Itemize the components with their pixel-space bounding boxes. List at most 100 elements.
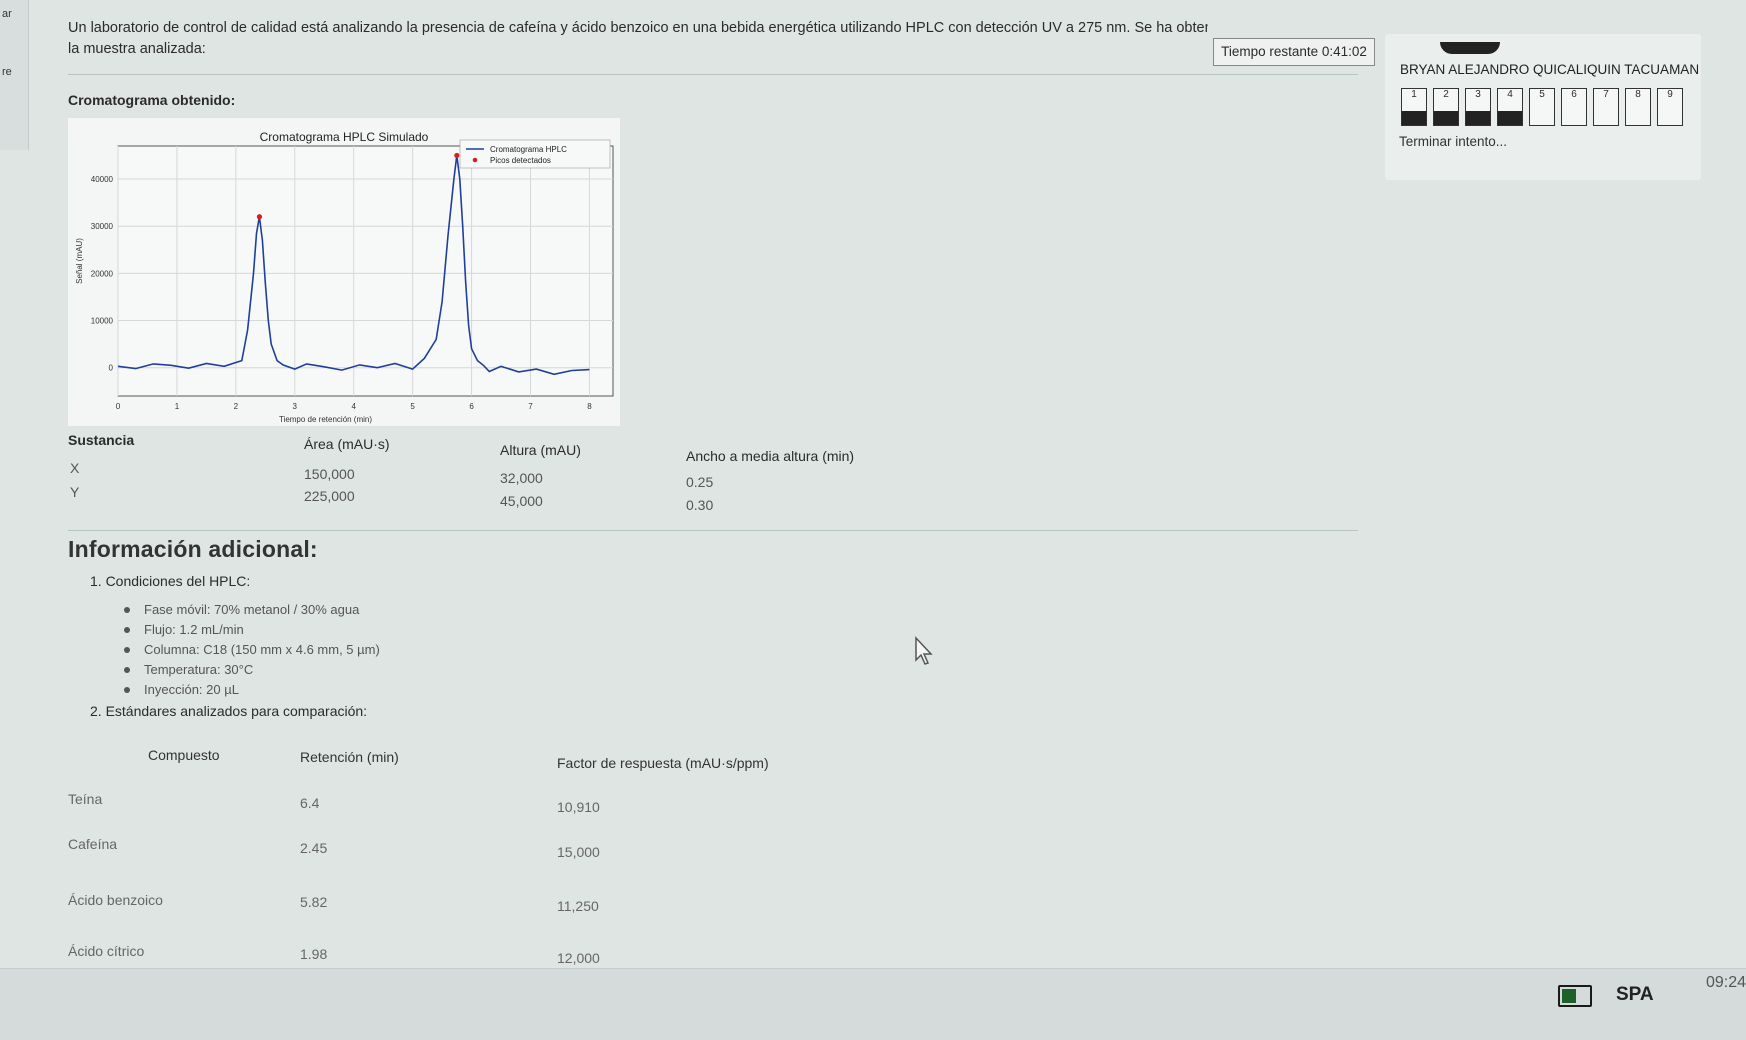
standards-header-compuesto: Compuesto: [148, 747, 220, 763]
results-header-ancho: Ancho a media altura (min): [686, 448, 855, 464]
condition-item: Fase móvil: 70% metanol / 30% agua: [120, 600, 380, 620]
standards-row-retention: 2.45: [300, 840, 328, 856]
condition-item: Columna: C18 (150 mm x 4.6 mm, 5 µm): [120, 640, 380, 660]
standards-row-retention: 6.4: [300, 795, 320, 811]
question-nav-number: 8: [1635, 89, 1641, 100]
question-nav-2[interactable]: 2: [1433, 88, 1459, 126]
results-row-y-ancho: 0.30: [686, 497, 714, 513]
left-strip-top-text: ar: [2, 8, 12, 20]
y-axis-label: Señal (mAU): [75, 238, 84, 284]
question-nav-4[interactable]: 4: [1497, 88, 1523, 126]
mouse-cursor-icon: [915, 636, 933, 665]
answered-fill: [1434, 111, 1458, 125]
standards-row-retention: 5.82: [300, 894, 328, 910]
y-tick-label: 40000: [91, 175, 114, 184]
question-nav-number: 5: [1539, 89, 1545, 100]
standards-row-factor: 15,000: [557, 844, 600, 860]
standards-title: 2. Estándares analizados para comparació…: [90, 703, 368, 719]
standards-row-retention: 1.98: [300, 946, 328, 962]
divider: [68, 530, 1358, 531]
x-tick-label: 6: [469, 402, 474, 411]
peak-marker: [256, 214, 263, 220]
x-axis-label: Tiempo de retención (min): [279, 415, 372, 424]
results-row-x-name: X: [70, 460, 80, 476]
question-nav-6[interactable]: 6: [1561, 88, 1587, 126]
conditions-list: Fase móvil: 70% metanol / 30% agua Flujo…: [120, 600, 380, 700]
condition-item: Inyección: 20 µL: [120, 680, 380, 700]
question-nav-1[interactable]: 1: [1401, 88, 1427, 126]
question-nav-number: 7: [1603, 89, 1609, 100]
chromatogram-label: Cromatograma obtenido:: [68, 92, 236, 108]
y-tick-label: 0: [109, 364, 114, 373]
question-nav-number: 1: [1411, 89, 1417, 100]
y-tick-label: 30000: [91, 222, 114, 231]
x-tick-label: 5: [410, 402, 415, 411]
question-nav-number: 6: [1571, 89, 1577, 100]
language-indicator[interactable]: SPA: [1616, 984, 1654, 1006]
x-tick-label: 4: [351, 402, 356, 411]
user-name: BRYAN ALEJANDRO QUICALIQUIN TACUAMAN: [1400, 62, 1700, 77]
standards-row-factor: 11,250: [557, 898, 599, 914]
x-tick-label: 3: [293, 402, 298, 411]
standards-header-retencion: Retención (min): [300, 749, 399, 765]
quiz-navigation-panel: BRYAN ALEJANDRO QUICALIQUIN TACUAMAN 1 2 3…: [1385, 34, 1701, 180]
additional-info-title: Información adicional:: [68, 536, 318, 562]
left-drawer-strip: ar re: [0, 0, 29, 150]
standards-row-name: Ácido benzoico: [68, 892, 163, 908]
divider: [68, 74, 1358, 75]
results-row-y-area: 225,000: [304, 488, 355, 504]
results-row-y-altura: 45,000: [500, 493, 543, 509]
chromatogram-chart: Cromatograma HPLC Simulado 0 1 2 3 4 5 6 7 8 0 100…: [68, 118, 620, 426]
legend-label-cromatograma: Cromatograma HPLC: [490, 145, 567, 154]
plot-area: [117, 145, 614, 397]
question-text: Un laboratorio de control de calidad est…: [68, 18, 1308, 60]
battery-level: [1562, 989, 1576, 1003]
time-remaining: Tiempo restante 0:41:02: [1213, 38, 1375, 66]
results-row-x-area: 150,000: [304, 466, 355, 482]
x-tick-label: 8: [587, 402, 592, 411]
user-avatar: [1440, 42, 1500, 54]
condition-item: Temperatura: 30°C: [120, 660, 380, 680]
question-text-line2: la muestra analizada:: [68, 41, 206, 57]
x-tick-label: 0: [116, 402, 121, 411]
standards-row-factor: 10,910: [557, 799, 600, 815]
results-row-x-ancho: 0.25: [686, 474, 714, 490]
question-nav-number: 4: [1507, 89, 1513, 100]
results-row-y-name: Y: [70, 484, 80, 500]
standards-row-name: Teína: [68, 791, 103, 807]
answered-fill: [1466, 111, 1490, 125]
question-nav-9[interactable]: 9: [1657, 88, 1683, 126]
battery-icon[interactable]: [1558, 985, 1592, 1007]
standards-row-name: Ácido cítrico: [68, 943, 145, 959]
standards-row-name: Cafeína: [68, 836, 118, 852]
standards-row-factor: 12,000: [557, 950, 600, 966]
finish-attempt-link[interactable]: Terminar intento...: [1399, 134, 1507, 149]
question-nav-number: 9: [1667, 89, 1673, 100]
results-header-area: Área (mAU·s): [304, 436, 390, 452]
peak-marker: [454, 152, 460, 159]
legend-label-picos: Picos detectados: [490, 156, 551, 165]
standards-header-factor: Factor de respuesta (mAU·s/ppm): [557, 755, 769, 771]
y-tick-label: 10000: [91, 317, 114, 326]
question-nav-number: 3: [1475, 89, 1481, 100]
chart-svg: 0 1 2 3 4 5 6 7 8 0 10000 20000 30000 40000 Tiempo de …: [75, 139, 614, 424]
x-tick-label: 7: [528, 402, 533, 411]
question-nav-number: 2: [1443, 89, 1449, 100]
results-row-x-altura: 32,000: [500, 470, 543, 486]
answered-fill: [1498, 111, 1522, 125]
question-nav-8[interactable]: 8: [1625, 88, 1651, 126]
question-nav-5[interactable]: 5: [1529, 88, 1555, 126]
results-header-altura: Altura (mAU): [500, 442, 581, 458]
condition-item: Flujo: 1.2 mL/min: [120, 620, 380, 640]
left-strip-mid-text: re: [2, 66, 12, 78]
question-content: Un laboratorio de control de calidad est…: [68, 0, 1368, 966]
results-header-sustancia: Sustancia: [68, 432, 135, 448]
question-nav-7[interactable]: 7: [1593, 88, 1619, 126]
conditions-title: 1. Condiciones del HPLC:: [90, 573, 251, 589]
clock[interactable]: 09:24: [1706, 974, 1746, 992]
x-tick-label: 1: [175, 402, 180, 411]
legend-marker-swatch: [472, 157, 478, 163]
taskbar: SPA 09:24: [0, 968, 1746, 1040]
question-text-line1: Un laboratorio de control de calidad est…: [68, 20, 1208, 36]
question-nav-3[interactable]: 3: [1465, 88, 1491, 126]
